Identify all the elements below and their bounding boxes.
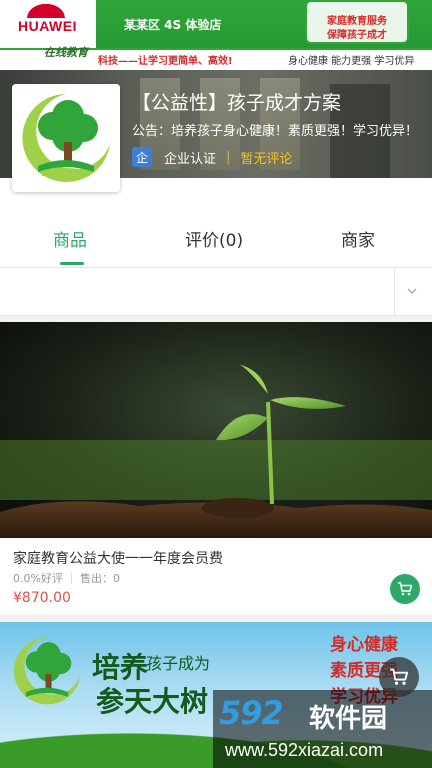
tab-products[interactable]: 商品	[53, 226, 87, 251]
filter-bar[interactable]	[0, 268, 432, 316]
cart-icon	[390, 668, 409, 685]
watermark-logo-number: 592	[219, 694, 284, 732]
enterprise-icon: 企	[132, 147, 152, 167]
slogan-tags: 身心健康 能力更强 学习优异	[288, 56, 415, 67]
filter-divider	[394, 268, 395, 316]
shop-notice[interactable]: 公告：培养孩子身心健康！素质更强！学习优异！	[132, 120, 424, 139]
shop-title: 【公益性】孩子成才方案	[132, 92, 342, 114]
badge-separator: |	[226, 149, 231, 165]
product-meta: 0.0%好评 售出：0	[13, 570, 120, 586]
dealer-text: 某某区 4S 体验店	[124, 18, 222, 32]
tab-merchant[interactable]: 商家	[341, 226, 375, 251]
cart-icon	[398, 582, 413, 596]
brand-name: HUAWEI	[18, 18, 77, 34]
badge-line-1: 家庭教育服务	[327, 16, 387, 27]
product-image[interactable]	[0, 322, 432, 538]
card2-tag-1: 身心健康	[330, 635, 398, 655]
product-rating: 0.0%好评	[13, 572, 63, 585]
service-badge: 家庭教育服务 保障孩子成才	[305, 0, 409, 44]
meta-divider	[70, 572, 72, 584]
chevron-down-icon[interactable]	[407, 286, 417, 296]
product-price: ¥870.00	[13, 590, 71, 606]
active-tab-indicator	[60, 262, 84, 265]
shop-badges: 企 企业认证 | 暂无评论	[132, 146, 292, 168]
product-sold: 售出：0	[79, 572, 120, 585]
tree-logo-icon	[12, 84, 120, 192]
store-sign-banner: HUAWEI 某某区 4S 体验店 家庭教育服务 保障孩子成才 在线教育 科技—…	[0, 0, 432, 70]
card2-title-line2: 参天大树	[96, 685, 209, 718]
badge-line-2: 保障孩子成才	[327, 30, 387, 41]
review-status[interactable]: 暂无评论	[240, 148, 292, 167]
enterprise-label: 企业认证	[164, 151, 217, 167]
card2-subtitle: 孩子成为	[146, 654, 211, 673]
floating-cart-button[interactable]	[379, 657, 419, 697]
tree-logo-icon	[13, 637, 81, 705]
product-name[interactable]: 家庭教育公益大使一一年度会员费	[13, 548, 223, 568]
watermark-logo-text: 软件园	[309, 704, 388, 734]
add-to-cart-button[interactable]	[390, 574, 420, 604]
shop-logo	[12, 84, 120, 192]
slogan-text: 科技——让学习更简单、高效!	[98, 56, 233, 67]
seedling-image-icon	[0, 322, 432, 538]
watermark-url: www.592xiazai.com	[225, 740, 384, 760]
product-card[interactable]: 家庭教育公益大使一一年度会员费 0.0%好评 售出：0 ¥870.00	[0, 322, 432, 614]
huawei-logo-icon	[22, 0, 70, 18]
online-education-text: 在线教育	[44, 46, 88, 59]
tab-reviews[interactable]: 评价(0)	[185, 226, 243, 251]
site-watermark: 592 软件园 www.592xiazai.com	[213, 690, 432, 768]
